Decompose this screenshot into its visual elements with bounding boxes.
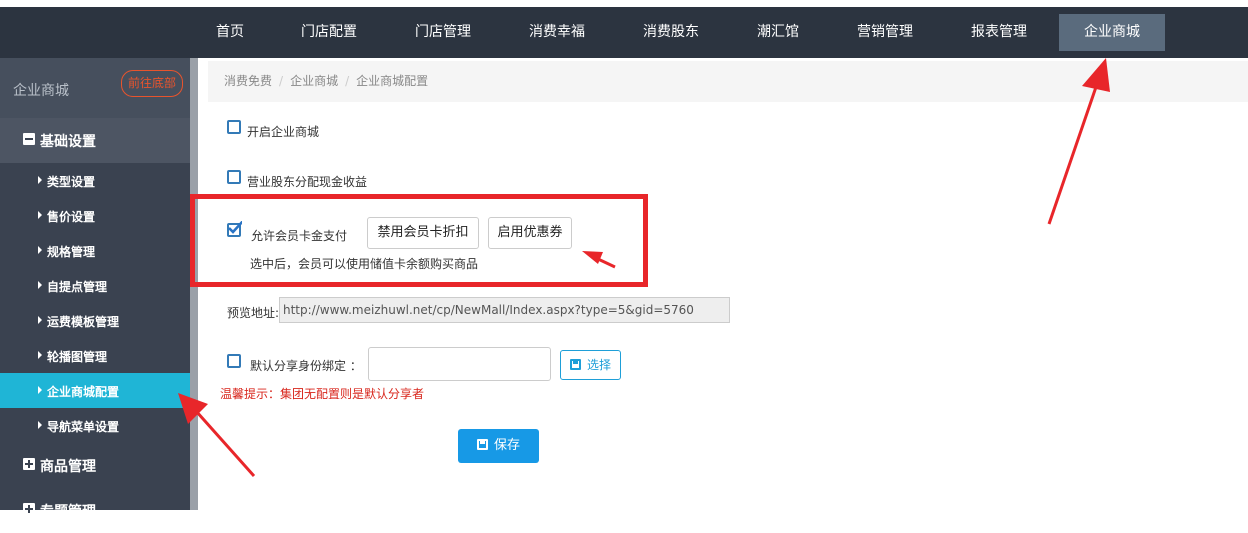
preview-url-field[interactable]: http://www.meizhuwl.net/cp/NewMall/Index… [279, 297, 730, 323]
default-share-input[interactable] [368, 347, 551, 381]
expand-icon [23, 503, 35, 515]
nav-item-store-manage[interactable]: 门店管理 [386, 14, 500, 51]
nav-item-home[interactable]: 首页 [188, 14, 272, 51]
sidebar-item-label: 规格管理 [47, 245, 96, 259]
sidebar-group-goods[interactable]: 商品管理 [0, 443, 190, 488]
shareholder-cash-checkbox[interactable] [227, 170, 241, 184]
sidebar-group-label: 商品管理 [40, 459, 96, 475]
shareholder-cash-label: 营业股东分配现金收益 [247, 175, 368, 189]
breadcrumb: 消费免费 / 企业商城 / 企业商城配置 [208, 61, 1248, 102]
breadcrumb-separator: / [345, 74, 350, 88]
sidebar-group-basic-settings[interactable]: 基础设置 [0, 118, 190, 163]
save-icon [569, 359, 581, 370]
save-button-label: 保存 [493, 438, 520, 453]
save-icon [476, 439, 488, 450]
sidebar-item-shipping-template[interactable]: 运费模板管理 [0, 303, 190, 338]
breadcrumb-separator: / [279, 74, 284, 88]
nav-item-store-config[interactable]: 门店配置 [272, 14, 386, 51]
sidebar-item-carousel-manage[interactable]: 轮播图管理 [0, 338, 190, 373]
top-navbar: 首页 门店配置 门店管理 消费幸福 消费股东 潮汇馆 营销管理 报表管理 企业商… [0, 0, 1248, 58]
nav-item-reports[interactable]: 报表管理 [942, 14, 1056, 51]
enable-mall-label: 开启企业商城 [247, 125, 320, 139]
sidebar-header: 企业商城 前往底部 [0, 58, 190, 118]
caret-right-icon [38, 316, 42, 324]
save-button[interactable]: 保存 [458, 429, 539, 463]
sidebar-item-type-settings[interactable]: 类型设置 [0, 163, 190, 198]
preview-url-label: 预览地址: [227, 306, 280, 320]
caret-right-icon [38, 421, 42, 429]
sidebar-group-label: 基础设置 [40, 134, 96, 150]
sidebar-item-label: 轮播图管理 [47, 350, 108, 364]
main-nav: 首页 门店配置 门店管理 消费幸福 消费股东 潮汇馆 营销管理 报表管理 企业商… [188, 14, 1165, 51]
sidebar-item-pickup-manage[interactable]: 自提点管理 [0, 268, 190, 303]
sidebar-group-special[interactable]: 专题管理 [0, 488, 190, 533]
nav-item-enterprise-mall[interactable]: 企业商城 [1059, 14, 1165, 51]
goto-bottom-button[interactable]: 前往底部 [121, 70, 183, 97]
collapse-icon [23, 133, 35, 145]
caret-right-icon [38, 246, 42, 254]
select-button[interactable]: 选择 [560, 350, 621, 380]
sidebar: 企业商城 前往底部 基础设置 类型设置 售价设置 规格管理 自提点管理 运费模板… [0, 58, 190, 520]
select-button-label: 选择 [586, 358, 611, 372]
breadcrumb-item[interactable]: 企业商城 [290, 74, 338, 88]
warning-tip: 温馨提示：集团无配置则是默认分享者 [220, 387, 425, 401]
caret-right-icon [38, 211, 42, 219]
default-share-checkbox[interactable] [227, 354, 241, 368]
sidebar-item-nav-menu[interactable]: 导航菜单设置 [0, 408, 190, 443]
sidebar-item-label: 自提点管理 [47, 280, 108, 294]
sidebar-item-price-settings[interactable]: 售价设置 [0, 198, 190, 233]
enable-mall-checkbox[interactable] [227, 120, 241, 134]
sidebar-group-label: 专题管理 [40, 504, 96, 520]
sidebar-item-label: 企业商城配置 [47, 385, 120, 399]
caret-right-icon [38, 386, 42, 394]
caret-right-icon [38, 281, 42, 289]
sidebar-item-label: 导航菜单设置 [47, 420, 120, 434]
nav-item-marketing[interactable]: 营销管理 [828, 14, 942, 51]
sidebar-item-label: 运费模板管理 [47, 315, 120, 329]
caret-right-icon [38, 176, 42, 184]
nav-item-trend-hall[interactable]: 潮汇馆 [728, 14, 828, 51]
annotation-highlight-box [190, 194, 648, 287]
caret-right-icon [38, 351, 42, 359]
breadcrumb-item: 企业商城配置 [356, 74, 429, 88]
sidebar-title: 企业商城 [13, 83, 69, 99]
breadcrumb-item[interactable]: 消费免费 [224, 74, 272, 88]
nav-item-consume-happiness[interactable]: 消费幸福 [500, 14, 614, 51]
default-share-label: 默认分享身份绑定 ： [250, 359, 362, 373]
sidebar-item-label: 类型设置 [47, 175, 96, 189]
sidebar-item-mall-config[interactable]: 企业商城配置 [0, 373, 190, 408]
nav-item-consume-shareholder[interactable]: 消费股东 [614, 14, 728, 51]
expand-icon [23, 458, 35, 470]
sidebar-item-label: 售价设置 [47, 210, 96, 224]
sidebar-item-spec-manage[interactable]: 规格管理 [0, 233, 190, 268]
